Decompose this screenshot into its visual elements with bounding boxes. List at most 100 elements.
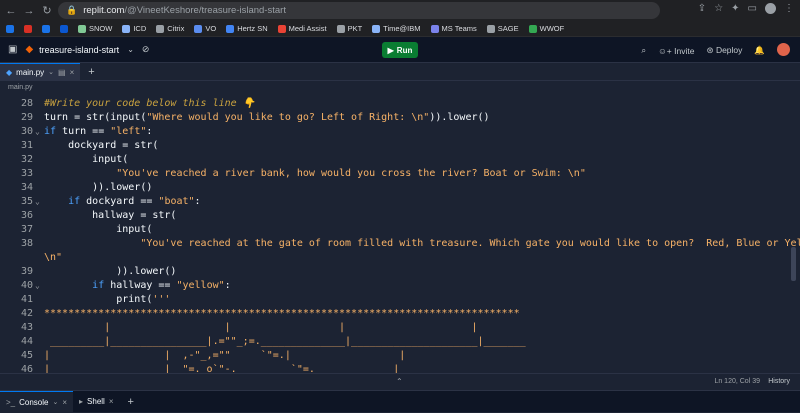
code-line[interactable]: 43 | | | | bbox=[0, 322, 800, 336]
line-number: 31 bbox=[20, 140, 33, 151]
back-arrow-icon[interactable]: ← bbox=[4, 5, 18, 17]
bookmark-item[interactable]: Medi Assist bbox=[277, 24, 327, 33]
code-editor[interactable]: 28 #Write your code below this line 👇 29 tu… bbox=[0, 95, 800, 373]
chevron-down-icon[interactable]: ⌄ bbox=[127, 45, 134, 54]
run-button[interactable]: ▶ Run bbox=[382, 42, 418, 58]
code-line[interactable]: 30 ⌄ if turn == "left": bbox=[0, 126, 800, 140]
bookmark-favicon-icon bbox=[226, 24, 235, 33]
tab-shell[interactable]: ▸ Shell × bbox=[73, 391, 119, 413]
line-number: 41 bbox=[20, 294, 33, 305]
code-line[interactable]: 46 | | "=._o`"-._ `"=. | bbox=[0, 364, 800, 373]
history-button[interactable]: History bbox=[768, 378, 790, 385]
line-number: 46 bbox=[20, 364, 33, 373]
bookmark-item[interactable]: Hertz SN bbox=[226, 24, 268, 33]
new-tab-icon[interactable]: + bbox=[88, 66, 94, 78]
chevron-down-icon[interactable]: ⌄ bbox=[48, 68, 54, 76]
code-line[interactable]: 31 dockyard = str( bbox=[0, 140, 800, 154]
tab-console[interactable]: >_ Console ⌄ × bbox=[0, 390, 74, 413]
code-line[interactable]: 35 ⌄ if dockyard == "boat": bbox=[0, 196, 800, 210]
avatar[interactable] bbox=[777, 43, 790, 58]
bookmark-star-icon[interactable]: ☆ bbox=[714, 3, 723, 14]
code-line[interactable]: 38 "You've reached at the gate of room f… bbox=[0, 238, 800, 252]
code-line[interactable]: 32 input( bbox=[0, 154, 800, 168]
bookmark-favicon-icon bbox=[430, 24, 439, 33]
bookmark-item[interactable]: MS Teams bbox=[430, 24, 477, 33]
share-icon[interactable]: ⇪ bbox=[698, 3, 706, 14]
bookmark-item[interactable]: ICD bbox=[122, 24, 146, 33]
sidebar-icon[interactable]: ▭ bbox=[748, 3, 757, 14]
bookmark-favicon-icon bbox=[156, 24, 165, 33]
bookmark-item[interactable]: VO bbox=[194, 24, 216, 33]
bookmark-label: PKT bbox=[347, 24, 363, 33]
bookmark-item[interactable] bbox=[60, 24, 68, 33]
reload-icon[interactable]: ↻ bbox=[40, 4, 54, 17]
split-icon[interactable]: ▤ bbox=[58, 68, 66, 77]
bookmark-favicon-icon bbox=[6, 24, 14, 33]
bookmark-favicon-icon bbox=[486, 24, 495, 33]
bottom-panel-tabs: >_ Console ⌄ × ▸ Shell × + bbox=[0, 390, 800, 413]
bookmark-item[interactable] bbox=[42, 24, 50, 33]
replit-logo-icon[interactable]: ◆ bbox=[25, 44, 33, 55]
invite-button[interactable]: ☺+ Invite bbox=[658, 46, 694, 56]
bookmark-item[interactable]: SNOW bbox=[78, 24, 112, 33]
bookmark-label: Citrix bbox=[167, 24, 185, 33]
chevron-up-icon[interactable]: ⌃ bbox=[396, 377, 403, 386]
bookmark-item[interactable] bbox=[24, 24, 32, 33]
code-line[interactable]: 34 )).lower() bbox=[0, 182, 800, 196]
code-line[interactable]: 41 print(''' bbox=[0, 294, 800, 308]
code-text: "You've reached a river bank, how would … bbox=[116, 168, 586, 179]
bookmark-item[interactable]: PKT bbox=[336, 24, 363, 33]
play-icon: ▶ bbox=[387, 45, 394, 55]
bookmark-favicon-icon bbox=[24, 24, 32, 33]
line-number: 34 bbox=[20, 182, 33, 193]
line-number: 42 bbox=[20, 308, 33, 319]
code-line[interactable]: 39 )).lower() bbox=[0, 266, 800, 280]
breadcrumb[interactable]: main.py bbox=[0, 81, 800, 95]
url-path: /@VineetKeshore/treasure-island-start bbox=[124, 5, 286, 16]
code-line[interactable]: \n" bbox=[0, 252, 800, 266]
code-line[interactable]: 45 | | ,-"_,="" `"=.| | bbox=[0, 350, 800, 364]
chevron-down-icon[interactable]: ⌄ bbox=[52, 398, 58, 406]
bookmark-item[interactable]: SAGE bbox=[486, 24, 519, 33]
forward-arrow-icon[interactable]: → bbox=[22, 5, 36, 17]
menu-kebab-icon[interactable]: ⋮ bbox=[784, 3, 794, 14]
code-line[interactable]: 37 input( bbox=[0, 224, 800, 238]
bookmark-item[interactable]: WWOF bbox=[528, 24, 564, 33]
deploy-button[interactable]: ⊛ Deploy bbox=[706, 45, 742, 56]
search-icon[interactable]: ⌕ bbox=[641, 45, 646, 56]
code-line[interactable]: 28 #Write your code below this line 👇 bbox=[0, 98, 800, 112]
code-line[interactable]: 36 hallway = str( bbox=[0, 210, 800, 224]
extensions-icon[interactable]: ✦ bbox=[731, 3, 739, 14]
bell-icon[interactable]: 🔔 bbox=[754, 45, 765, 56]
code-text: | | "=._o`"-._ `"=. | bbox=[44, 364, 400, 373]
code-text: )).lower() bbox=[44, 266, 177, 277]
bookmark-item[interactable] bbox=[6, 24, 14, 33]
code-text: dockyard = str( bbox=[44, 140, 159, 151]
close-icon[interactable]: × bbox=[70, 68, 75, 77]
close-icon[interactable]: × bbox=[62, 398, 67, 407]
address-bar[interactable]: 🔒 replit.com/@VineetKeshore/treasure-isl… bbox=[58, 2, 660, 19]
bookmark-item[interactable]: Citrix bbox=[156, 24, 184, 33]
tab-main-py[interactable]: ◆ main.py ⌄ ▤ × bbox=[0, 62, 81, 81]
bookmark-item[interactable]: Time@IBM bbox=[372, 24, 421, 33]
profile-avatar[interactable] bbox=[765, 3, 776, 14]
code-text: ****************************************… bbox=[44, 308, 520, 319]
code-line[interactable]: 33 "You've reached a river bank, how wou… bbox=[0, 168, 800, 182]
code-line[interactable]: 29 turn = str(input("Where would you like… bbox=[0, 112, 800, 126]
close-icon[interactable]: × bbox=[109, 397, 114, 406]
fold-chevron-icon[interactable]: ⌄ bbox=[35, 127, 40, 136]
code-line[interactable]: 42 **************************************… bbox=[0, 308, 800, 322]
fold-chevron-icon[interactable]: ⌄ bbox=[35, 281, 40, 290]
bookmark-favicon-icon bbox=[528, 24, 537, 33]
code-text: | | ,-"_,="" `"=.| | bbox=[44, 350, 406, 361]
fold-chevron-icon[interactable]: ⌄ bbox=[35, 197, 40, 206]
sidebar-toggle-icon[interactable]: ▣ bbox=[8, 44, 17, 55]
cursor-position: Ln 120, Col 39 bbox=[714, 378, 760, 385]
code-line[interactable]: 44 _________|________________|.=""_;=.__… bbox=[0, 336, 800, 350]
line-number: 36 bbox=[20, 210, 33, 221]
new-tab-icon[interactable]: + bbox=[128, 396, 134, 408]
line-number: 35 bbox=[20, 196, 33, 207]
repl-name[interactable]: treasure-island-start bbox=[39, 45, 119, 55]
code-line[interactable]: 40 ⌄ if hallway == "yellow": bbox=[0, 280, 800, 294]
cloud-status-icon: ⊘ bbox=[141, 44, 150, 54]
